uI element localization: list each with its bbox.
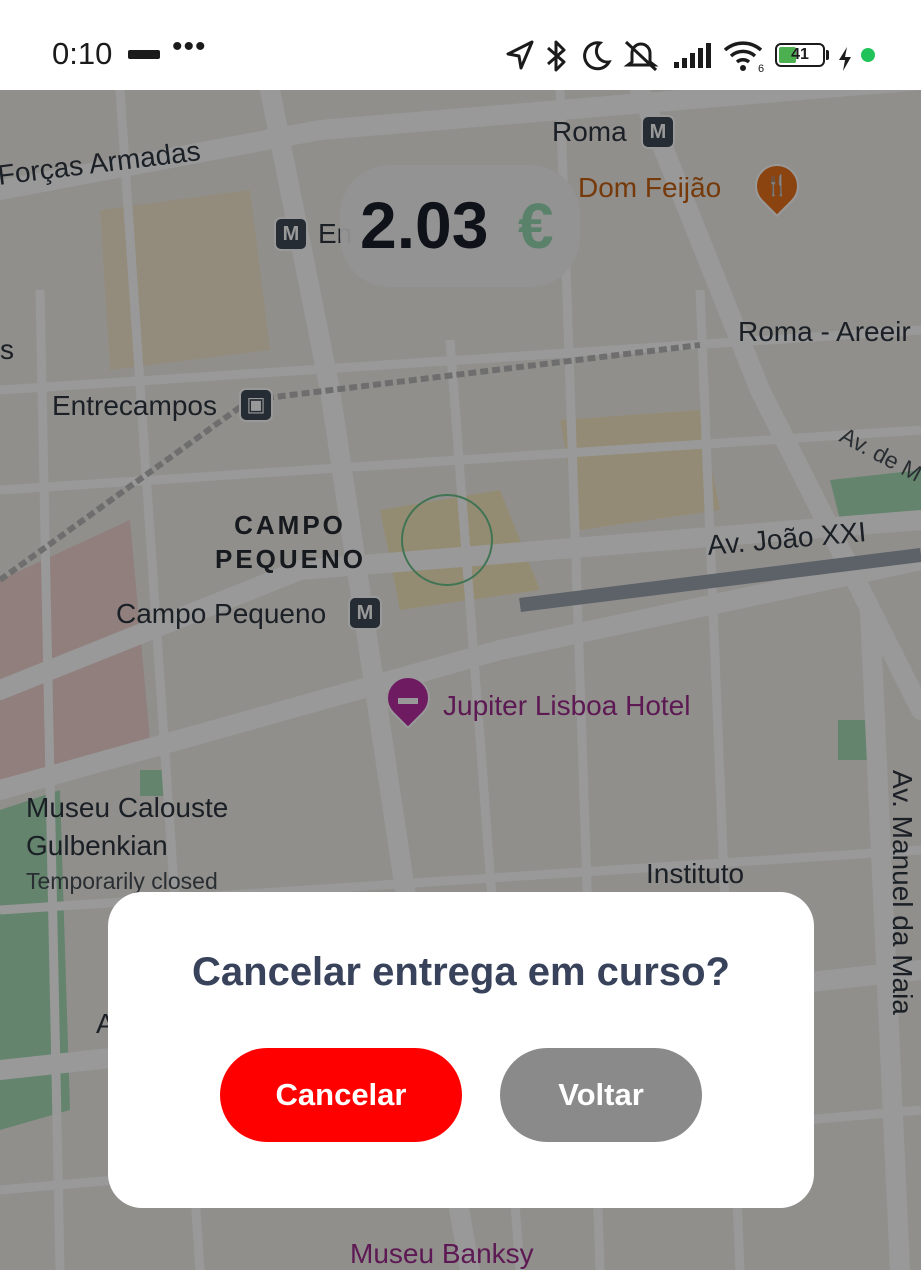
navigation-icon xyxy=(506,40,534,70)
back-button[interactable]: Voltar xyxy=(500,1048,702,1142)
signal-icon xyxy=(674,43,711,68)
status-bar: 0:10 ••• 6 41 xyxy=(0,0,921,90)
charging-icon xyxy=(839,47,851,71)
dialog-title: Cancelar entrega em curso? xyxy=(192,950,730,994)
cancel-delivery-dialog: Cancelar entrega em curso? Cancelar Volt… xyxy=(108,892,814,1208)
battery-cap xyxy=(826,50,829,60)
more-notifications-icon: ••• xyxy=(172,30,207,63)
notification-bar-icon xyxy=(128,50,160,59)
cancel-delivery-button[interactable]: Cancelar xyxy=(220,1048,462,1142)
battery-icon: 41 xyxy=(775,43,825,67)
mute-icon xyxy=(623,40,659,72)
moon-icon xyxy=(583,41,612,71)
bluetooth-icon xyxy=(547,40,566,72)
wifi-sub: 6 xyxy=(758,63,764,74)
active-dot-icon xyxy=(861,48,875,62)
wifi-icon: 6 xyxy=(723,41,764,74)
status-time: 0:10 xyxy=(52,36,113,71)
battery-level: 41 xyxy=(791,46,809,63)
